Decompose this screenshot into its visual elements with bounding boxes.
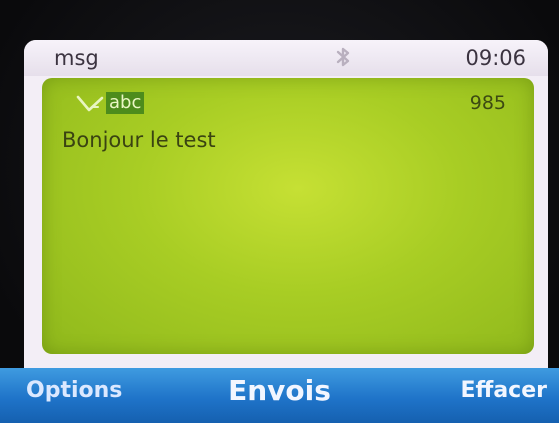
bluetooth-icon [336,47,350,67]
clear-softkey[interactable]: Effacer [460,378,547,403]
phone-screen: msg 09:06 abc 985 Bonjour le test [24,40,548,423]
input-mode-indicator: abc [106,92,145,114]
message-text[interactable]: Bonjour le test [62,128,216,152]
softkey-bar: Options Envois Effacer [0,368,559,423]
clock: 09:06 [465,46,526,70]
pen-icon [76,95,104,112]
message-editor[interactable]: abc 985 Bonjour le test [42,78,534,354]
phone-device: msg 09:06 abc 985 Bonjour le test Option… [0,0,559,423]
app-name: msg [54,46,99,70]
status-bar: msg 09:06 [24,40,548,76]
character-counter: 985 [469,92,506,114]
